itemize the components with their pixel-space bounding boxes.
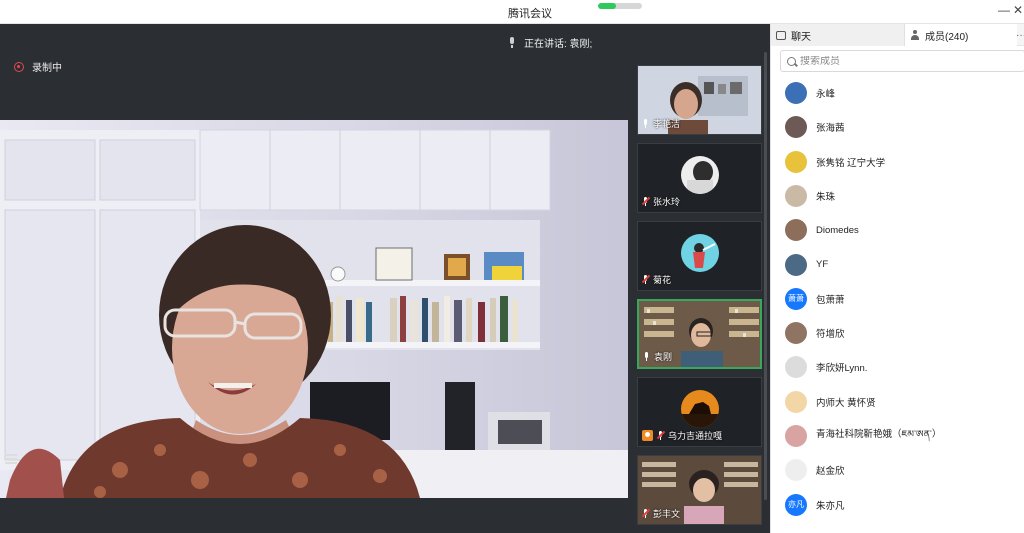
thumbnail-scrollbar[interactable] (764, 52, 767, 500)
member-avatar (785, 184, 807, 207)
participant-thumbnail[interactable]: 李艳洁 (637, 65, 762, 135)
participant-name-tag: 乌力吉通拉嘎 (642, 429, 722, 442)
member-avatar (785, 425, 807, 447)
member-name: 青海社科院靳艳娥（ཇམ་ཨན་） (816, 428, 942, 440)
participant-name: 彭丰文 (653, 509, 681, 519)
network-quality-indicator (598, 3, 642, 9)
tab-chat-label: 聊天 (791, 31, 811, 43)
member-list-item[interactable]: YF (771, 248, 1024, 282)
microphone-icon (508, 37, 516, 48)
more-options-icon[interactable]: ··· (1016, 24, 1024, 46)
muted-microphone-icon (641, 274, 651, 284)
microphone-icon (642, 119, 649, 128)
member-list-item[interactable]: 青海社科院靳艳娥（ཇམ་ཨན་） (771, 419, 1024, 453)
member-list-item[interactable]: 赵金欣 (771, 453, 1024, 487)
member-name: 包萧萧 (816, 294, 845, 306)
participant-name-tag: 菊花 (641, 273, 672, 286)
member-avatar (785, 82, 807, 104)
participant-name: 乌力吉通拉嘎 (668, 431, 723, 441)
member-name: 内师大 黄怀贤 (816, 397, 876, 409)
member-avatar (785, 356, 807, 379)
participant-name-tag: 袁刚 (643, 350, 672, 363)
main-speaker-video[interactable] (0, 120, 628, 498)
tab-members[interactable]: 成员(240) (905, 24, 1017, 46)
member-avatar (785, 390, 807, 413)
member-name: 永峰 (816, 89, 836, 100)
member-avatar (785, 253, 807, 276)
search-icon (787, 56, 796, 66)
main-video-menu-icon[interactable] (5, 454, 17, 464)
participant-name-tag: 张水玲 (641, 195, 681, 208)
participant-avatar (681, 234, 719, 272)
member-name: 符增欣 (816, 329, 845, 341)
member-name: YF (816, 259, 829, 270)
record-icon (14, 61, 24, 72)
title-bar: 腾讯会议 — ✕ (0, 0, 1024, 24)
side-panel: 聊天 成员(240) ··· 永峰张海茜张隽铭 辽宁大学朱珠 Diomedes YF… (770, 24, 1024, 533)
participant-avatar (681, 156, 719, 194)
participant-name: 张水玲 (653, 197, 681, 207)
side-panel-tabs: 聊天 成员(240) ··· (771, 24, 1024, 46)
participant-name: 菊花 (653, 275, 672, 285)
member-search[interactable] (780, 50, 1024, 72)
user-icon (642, 430, 653, 441)
participant-thumbnail[interactable]: 张水玲 (637, 143, 762, 213)
member-search-input[interactable] (800, 55, 1000, 67)
member-name: 朱亦凡 (816, 500, 845, 512)
member-list-item[interactable]: 内师大 黄怀贤 (771, 385, 1024, 419)
member-avatar: 亦凡 (785, 493, 807, 516)
member-list-item[interactable]: 永峰 (771, 76, 1024, 110)
chat-icon (776, 30, 786, 40)
participant-thumbnails: 李艳洁 张水玲 菊花 袁刚 乌力吉通拉嘎 彭丰文 (631, 33, 770, 533)
member-name: 张海茜 (816, 123, 845, 135)
member-list-item[interactable]: 张隽铭 辽宁大学 (771, 145, 1024, 179)
microphone-icon (643, 352, 650, 361)
member-avatar (785, 322, 807, 345)
participant-name: 袁刚 (654, 352, 673, 362)
member-list-item[interactable]: 亦凡 朱亦凡 (771, 488, 1024, 522)
member-avatar (785, 150, 807, 173)
member-avatar (785, 219, 807, 242)
participant-avatar (681, 390, 719, 428)
member-name: 朱珠 (816, 191, 836, 203)
member-list-item[interactable]: 张海茜 (771, 110, 1024, 144)
participant-name-tag: 李艳洁 (642, 117, 680, 130)
member-list-item[interactable]: 萧萧 包萧萧 (771, 282, 1024, 316)
recording-indicator: 录制中 (14, 59, 62, 74)
member-name: 赵金欣 (816, 466, 845, 478)
member-avatar (785, 116, 807, 139)
person-icon (910, 30, 920, 40)
participant-name: 李艳洁 (653, 119, 681, 129)
member-list-item[interactable]: Diomedes (771, 213, 1024, 247)
network-quality-fill (598, 3, 616, 9)
window-title: 腾讯会议 (508, 8, 552, 20)
participant-thumbnail[interactable]: 菊花 (637, 221, 762, 291)
member-list-item[interactable]: 符增欣 (771, 316, 1024, 350)
muted-microphone-icon (641, 196, 651, 206)
member-list-item[interactable]: 李欣妍Lynn. (771, 350, 1024, 384)
active-speaker-label: 正在讲话: 袁刚; (524, 39, 593, 50)
participant-thumbnail[interactable]: 彭丰文 (637, 455, 762, 525)
member-name: Diomedes (816, 224, 859, 236)
participant-thumbnail-active[interactable]: 袁刚 (637, 299, 762, 369)
recording-label: 录制中 (32, 63, 62, 74)
member-avatar (785, 459, 807, 482)
muted-microphone-icon (656, 430, 666, 440)
tab-members-label: 成员(240) (925, 31, 969, 43)
member-list-item[interactable]: 朱珠 (771, 179, 1024, 213)
member-name: 李欣妍Lynn. (816, 363, 868, 375)
active-speaker: 正在讲话: 袁刚; (508, 35, 592, 50)
tab-chat[interactable]: 聊天 (771, 24, 905, 46)
close-button[interactable]: ✕ (1010, 3, 1024, 17)
member-name: 张隽铭 辽宁大学 (816, 157, 886, 169)
participant-thumbnail[interactable]: 乌力吉通拉嘎 (637, 377, 762, 447)
muted-microphone-icon (641, 508, 651, 518)
member-avatar: 萧萧 (785, 287, 807, 310)
participant-name-tag: 彭丰文 (641, 507, 681, 520)
speaker-video-frame (0, 120, 628, 498)
